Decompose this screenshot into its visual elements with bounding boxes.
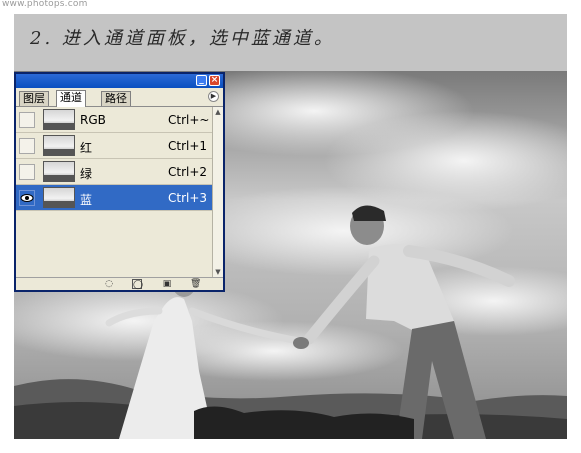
- channel-row-red[interactable]: 红 Ctrl+1: [16, 133, 212, 159]
- channel-name: RGB: [80, 113, 106, 127]
- palette-titlebar[interactable]: _ ×: [16, 74, 223, 88]
- minimize-icon[interactable]: _: [196, 75, 207, 86]
- palette-bottom-bar: ◌ ◯ ▣ 🗑: [16, 277, 223, 290]
- palette-menu-icon[interactable]: ▶: [208, 91, 219, 102]
- channel-shortcut: Ctrl+3: [168, 191, 208, 205]
- trash-icon[interactable]: 🗑: [190, 279, 201, 289]
- close-icon[interactable]: ×: [209, 75, 220, 86]
- step-caption: 2. 进入通道面板，选中蓝通道。: [30, 28, 335, 49]
- channel-thumbnail: [43, 109, 75, 130]
- channel-list: RGB Ctrl+~ 红 Ctrl+1 绿 Ctrl+2 蓝 Ctrl+3: [16, 107, 212, 277]
- channel-thumbnail: [43, 135, 75, 156]
- tab-layers[interactable]: 图层: [19, 91, 49, 106]
- channel-thumbnail: [43, 161, 75, 182]
- channel-thumbnail: [43, 187, 75, 208]
- channel-row-blue[interactable]: 蓝 Ctrl+3: [16, 185, 212, 211]
- eye-icon[interactable]: [19, 190, 35, 206]
- channel-row-rgb[interactable]: RGB Ctrl+~: [16, 107, 212, 133]
- channels-palette: _ × 图层 通道 路径 ▶ RGB Ctrl+~ 红 Ctrl+1 绿 Ctr…: [14, 72, 225, 292]
- visibility-toggle[interactable]: [19, 164, 35, 180]
- channel-name: 红: [80, 141, 93, 155]
- palette-tabs: 图层 通道 路径 ▶: [16, 88, 223, 107]
- palette-scrollbar[interactable]: ▲ ▼: [212, 107, 223, 277]
- save-selection-icon[interactable]: ◯: [132, 279, 143, 290]
- tab-channels[interactable]: 通道: [56, 90, 86, 107]
- scroll-up-icon[interactable]: ▲: [214, 108, 222, 116]
- channel-shortcut: Ctrl+1: [168, 139, 208, 153]
- load-selection-icon[interactable]: ◌: [104, 279, 114, 289]
- channel-name: 蓝: [80, 193, 93, 207]
- scroll-down-icon[interactable]: ▼: [214, 268, 222, 276]
- caption-band: 2. 进入通道面板，选中蓝通道。: [14, 14, 567, 71]
- visibility-toggle[interactable]: [19, 138, 35, 154]
- channel-row-green[interactable]: 绿 Ctrl+2: [16, 159, 212, 185]
- watermark: www.photops.com: [2, 0, 88, 9]
- channel-shortcut: Ctrl+~: [168, 113, 210, 127]
- channel-shortcut: Ctrl+2: [168, 165, 208, 179]
- tab-paths[interactable]: 路径: [101, 91, 131, 106]
- visibility-toggle[interactable]: [19, 112, 35, 128]
- new-channel-icon[interactable]: ▣: [162, 279, 172, 289]
- channel-name: 绿: [80, 167, 93, 181]
